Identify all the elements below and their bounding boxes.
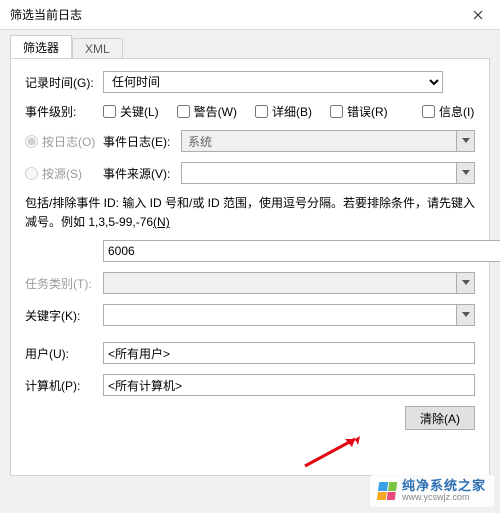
chk-verbose-input[interactable] — [255, 105, 268, 118]
watermark-url: www.ycswjz.com — [402, 493, 486, 503]
radio-by-log-input[interactable] — [25, 135, 38, 148]
chk-critical[interactable]: 关键(L) — [103, 103, 159, 120]
row-level: 事件级别: 关键(L) 警告(W) 详细(B) 错误(R) 信息(I) — [25, 103, 475, 120]
chk-warning[interactable]: 警告(W) — [177, 103, 237, 120]
row-by-log: 按日志(O) 事件日志(E): 系统 — [25, 130, 475, 152]
radio-by-source[interactable]: 按源(S) — [25, 165, 103, 182]
task-cat-dropdown-btn[interactable] — [456, 273, 474, 293]
chk-warning-input[interactable] — [177, 105, 190, 118]
event-log-dropdown-btn[interactable] — [456, 131, 474, 151]
logged-select[interactable]: 任何时间 — [103, 71, 443, 93]
chevron-down-icon — [462, 280, 470, 286]
row-user: 用户(U): — [25, 342, 475, 364]
keywords-value — [104, 305, 456, 325]
label-computer: 计算机(P): — [25, 377, 103, 394]
level-checks: 关键(L) 警告(W) 详细(B) 错误(R) 信息(I) — [103, 103, 475, 120]
label-logged: 记录时间(G): — [25, 74, 103, 91]
row-by-source: 按源(S) 事件来源(V): — [25, 162, 475, 184]
watermark-logo-icon — [377, 482, 398, 500]
clear-button[interactable]: 清除(A) — [405, 406, 475, 430]
chk-critical-input[interactable] — [103, 105, 116, 118]
chk-info[interactable]: 信息(I) — [422, 103, 474, 120]
chk-error[interactable]: 错误(R) — [330, 103, 404, 120]
event-source-combo[interactable] — [181, 162, 475, 184]
clear-row: 清除(A) — [25, 406, 475, 430]
close-icon — [473, 10, 483, 20]
filter-panel: 记录时间(G): 任何时间 事件级别: 关键(L) 警告(W) 详细(B) 错误… — [10, 58, 490, 476]
label-task-cat: 任务类别(T): — [25, 275, 103, 292]
computer-input[interactable] — [103, 374, 475, 396]
chevron-down-icon — [462, 138, 470, 144]
radio-by-log[interactable]: 按日志(O) — [25, 133, 103, 150]
hint-link[interactable]: (N) — [153, 215, 170, 229]
event-log-value: 系统 — [182, 131, 456, 151]
chk-info-input[interactable] — [422, 105, 435, 118]
event-source-value — [182, 163, 456, 183]
tab-filter[interactable]: 筛选器 — [10, 35, 72, 59]
radio-by-source-input[interactable] — [25, 167, 38, 180]
event-id-input[interactable] — [103, 240, 500, 262]
row-task-cat: 任务类别(T): — [25, 272, 475, 294]
label-event-source: 事件来源(V): — [103, 165, 181, 182]
label-keywords: 关键字(K): — [25, 307, 103, 324]
watermark-text: 纯净系统之家 — [402, 479, 486, 493]
chevron-down-icon — [462, 170, 470, 176]
label-user: 用户(U): — [25, 345, 103, 362]
label-level: 事件级别: — [25, 103, 103, 120]
label-event-log: 事件日志(E): — [103, 133, 181, 150]
event-log-combo[interactable]: 系统 — [181, 130, 475, 152]
id-hint: 包括/排除事件 ID: 输入 ID 号和/或 ID 范围，使用逗号分隔。若要排除… — [25, 194, 475, 232]
watermark: 纯净系统之家 www.ycswjz.com — [370, 475, 494, 507]
task-cat-combo[interactable] — [103, 272, 475, 294]
window-title: 筛选当前日志 — [10, 6, 82, 23]
keywords-dropdown-btn[interactable] — [456, 305, 474, 325]
row-logged: 记录时间(G): 任何时间 — [25, 71, 475, 93]
close-button[interactable] — [455, 0, 500, 29]
chevron-down-icon — [462, 312, 470, 318]
task-cat-value — [104, 273, 456, 293]
content-area: 筛选器 XML 记录时间(G): 任何时间 事件级别: 关键(L) 警告(W) … — [0, 30, 500, 513]
tab-strip: 筛选器 XML — [10, 36, 490, 58]
titlebar: 筛选当前日志 — [0, 0, 500, 30]
chk-verbose[interactable]: 详细(B) — [255, 103, 312, 120]
user-input[interactable] — [103, 342, 475, 364]
chk-error-input[interactable] — [330, 105, 343, 118]
row-computer: 计算机(P): — [25, 374, 475, 396]
row-keywords: 关键字(K): — [25, 304, 475, 326]
tab-xml[interactable]: XML — [72, 38, 123, 58]
keywords-combo[interactable] — [103, 304, 475, 326]
event-source-dropdown-btn[interactable] — [456, 163, 474, 183]
